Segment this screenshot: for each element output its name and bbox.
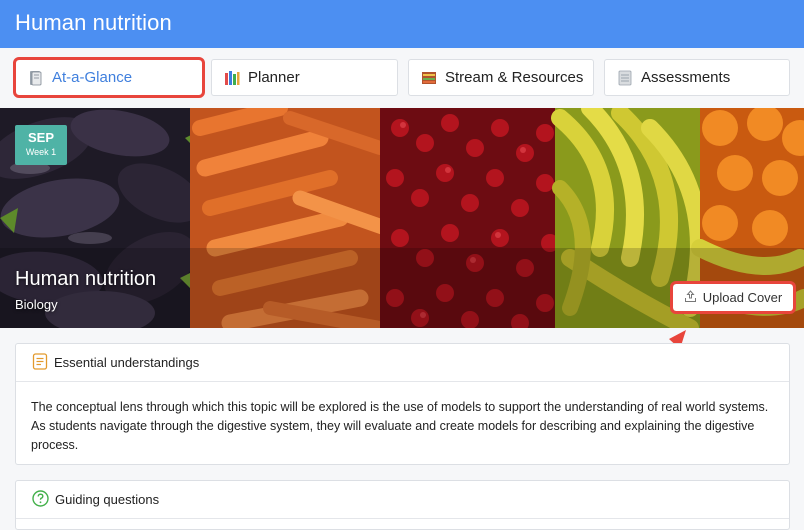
guiding-questions-card: Guiding questions [15,480,790,530]
tab-planner[interactable]: Planner [211,59,398,96]
tab-bar: At-a-Glance Planner Stream & Resources A… [0,48,804,108]
app-header: Human nutrition [0,0,804,48]
card-title: Essential understandings [54,355,200,370]
tab-label: Stream & Resources [445,69,584,86]
book-icon [28,70,44,86]
date-week: Week 1 [25,147,57,157]
tab-assessments[interactable]: Assessments [604,59,790,96]
upload-icon [684,289,697,306]
date-badge: SEP Week 1 [15,125,67,165]
tab-stream-resources[interactable]: Stream & Resources [408,59,594,96]
card-header: Essential understandings [16,344,789,382]
question-icon [32,489,49,510]
tab-label: At-a-Glance [52,69,133,86]
books-icon [224,70,240,86]
page-title: Human nutrition [15,10,172,35]
cover-title: Human nutrition [15,268,157,290]
upload-cover-label: Upload Cover [702,290,783,305]
cover-subtitle: Biology [15,297,58,312]
tab-label: Assessments [641,69,731,86]
stack-icon [617,70,633,86]
card-header: Guiding questions [16,481,789,519]
document-icon [32,352,48,373]
card-body: The conceptual lens through which this t… [31,400,769,452]
date-month: SEP [27,130,54,145]
card-title: Guiding questions [55,492,160,507]
tab-label: Planner [248,69,300,86]
stream-icon [421,70,437,86]
tab-at-a-glance[interactable]: At-a-Glance [13,57,205,98]
essential-understandings-card: Essential understandings The conceptual … [15,343,790,465]
upload-cover-button[interactable]: Upload Cover [670,281,796,314]
